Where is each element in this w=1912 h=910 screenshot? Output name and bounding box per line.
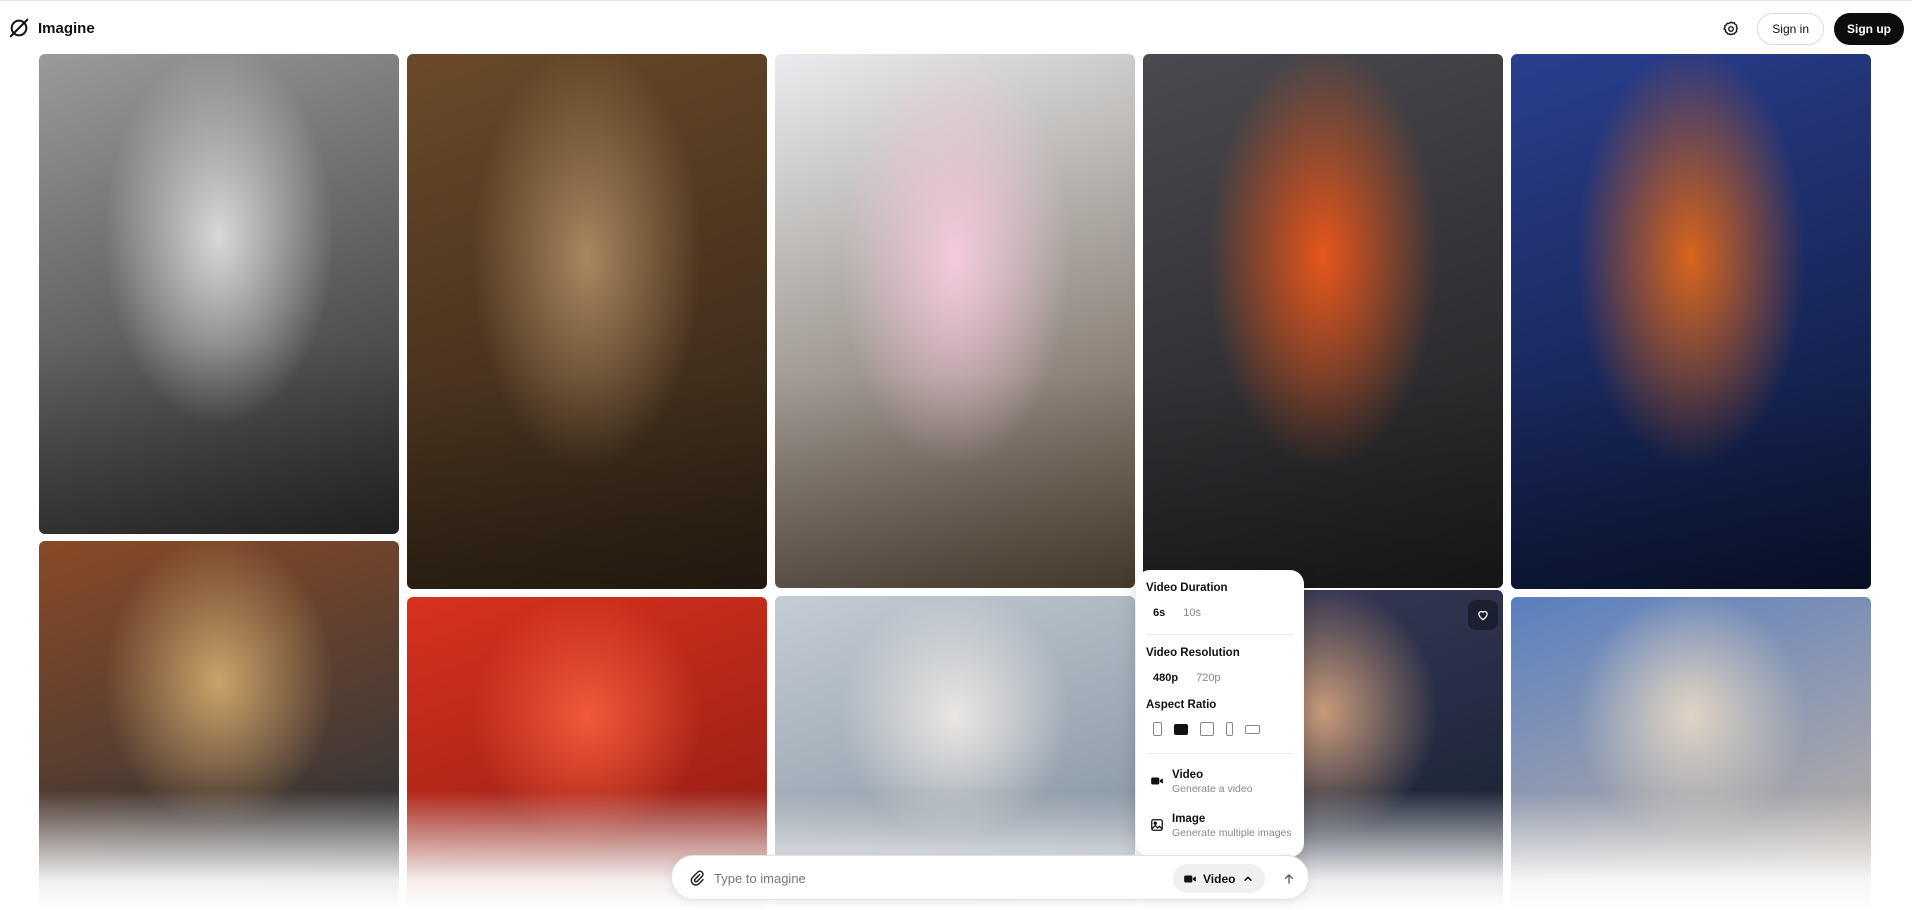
divider [1146,753,1294,754]
video-resolution-title: Video Resolution [1146,647,1240,659]
gallery-image-man-office-smoking[interactable] [407,54,767,589]
brand-name: Imagine [38,19,95,37]
video-camera-icon [1151,777,1163,785]
top-header: Imagine Sign in Sign up [0,0,1912,54]
mode-selector-button[interactable]: Video [1173,864,1266,893]
image-icon [1151,819,1163,831]
heart-icon [1478,610,1488,621]
sign-in-button[interactable]: Sign in [1757,13,1824,45]
gallery-image-lava-volcano[interactable] [1143,54,1503,588]
mode-image-title: Image [1172,813,1206,825]
portrait-9-16-icon[interactable] [1226,722,1233,736]
video-resolution-options: 480p 720p [1146,669,1294,687]
imagine-logo-icon [9,18,29,38]
gallery-image-woman-portrait-bw[interactable] [39,54,399,534]
square-1-1-icon[interactable] [1200,722,1214,736]
settings-button[interactable] [1715,13,1747,45]
aspect-ratio-title: Aspect Ratio [1146,699,1217,711]
duration-option-10s[interactable]: 10s [1176,604,1208,622]
divider [1146,634,1294,635]
favorite-button[interactable] [1468,600,1498,630]
resolution-option-480p[interactable]: 480p [1146,669,1185,687]
portrait-2-3-icon[interactable] [1153,722,1162,736]
mode-selector-label: Video [1203,871,1236,886]
prompt-bar: Video [671,855,1309,900]
landscape-16-9-icon[interactable] [1245,724,1260,734]
aspect-ratio-options [1146,721,1294,737]
mode-video-subtitle: Generate a video [1172,783,1253,795]
chevron-up-icon [1244,875,1253,881]
image-gallery [0,0,1912,910]
sign-up-button[interactable]: Sign up [1834,13,1904,45]
resolution-option-720p[interactable]: 720p [1189,669,1227,687]
prompt-input[interactable] [712,864,1142,892]
mode-option-image[interactable]: Image Generate multiple images [1146,810,1294,840]
gallery-image-anime-latex-woman[interactable] [1511,54,1871,589]
gear-icon [1723,21,1739,36]
landscape-3-2-icon[interactable] [1174,723,1188,735]
mode-option-video[interactable]: Video Generate a video [1146,766,1294,796]
submit-button[interactable] [1276,866,1301,891]
arrow-up-icon [1284,873,1293,884]
mode-image-subtitle: Generate multiple images [1172,827,1292,839]
duration-option-6s[interactable]: 6s [1146,604,1172,622]
video-duration-options: 6s 10s [1146,604,1294,622]
gallery-image-glass-sculpture[interactable] [1511,597,1871,910]
header-actions: Sign in Sign up [1715,13,1904,45]
gallery-image-redhead-bubbles[interactable] [39,541,399,910]
generation-settings-popover: Video Duration 6s 10s Video Resolution 4… [1136,570,1304,857]
paperclip-icon[interactable] [688,869,706,887]
gallery-image-penguin-tutu[interactable] [775,54,1135,588]
brand[interactable]: Imagine [8,17,95,39]
video-duration-title: Video Duration [1146,582,1228,594]
video-camera-icon [1184,875,1196,882]
mode-video-title: Video [1172,769,1204,781]
